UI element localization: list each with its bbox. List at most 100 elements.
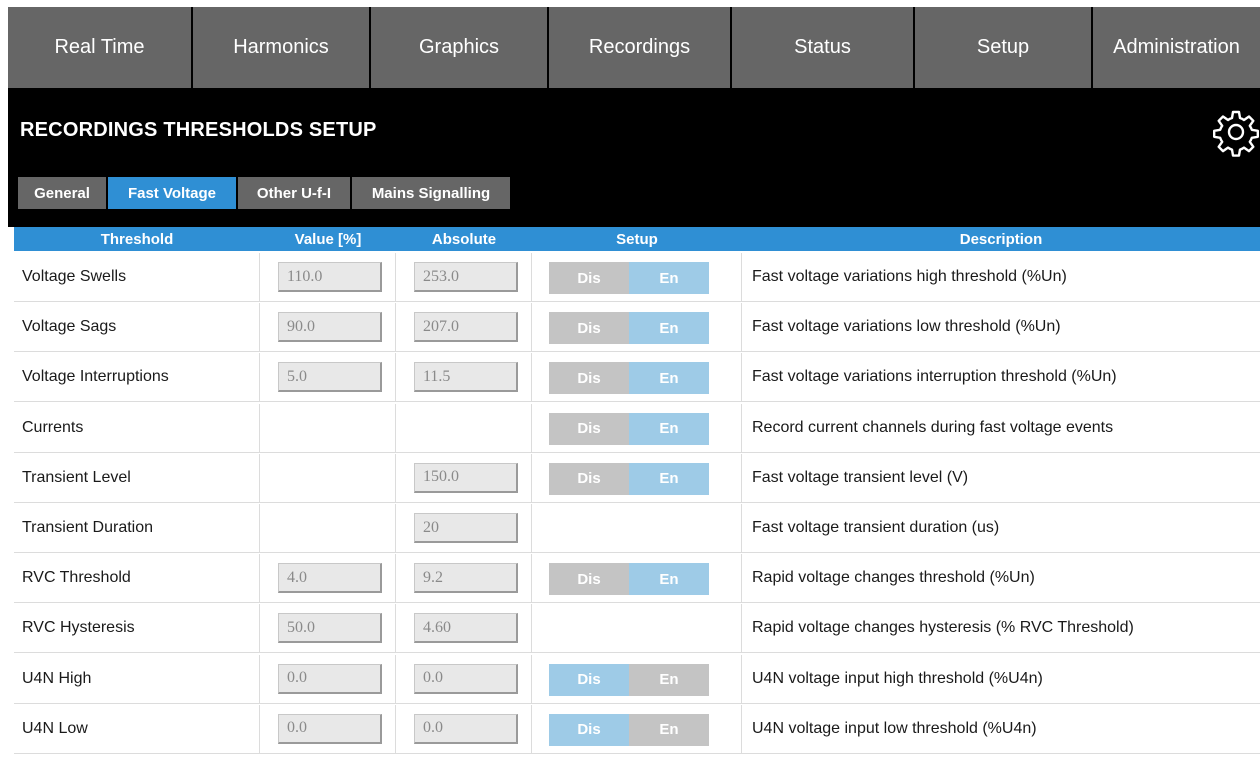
table-cell: Dis En bbox=[532, 704, 742, 753]
threshold-label: RVC Hysteresis bbox=[22, 619, 135, 637]
table-cell: Dis En bbox=[532, 253, 742, 301]
absolute-input[interactable]: 20 bbox=[414, 513, 518, 543]
absolute-input[interactable]: 207.0 bbox=[414, 312, 518, 343]
table-cell: 0.0 bbox=[260, 654, 396, 703]
disable-button[interactable]: Dis bbox=[549, 713, 629, 746]
table-cell: Fast voltage variations low threshold (%… bbox=[742, 303, 1260, 351]
table-cell: U4N High bbox=[14, 654, 260, 703]
table-cell: 90.0 bbox=[260, 303, 396, 352]
table-cell: U4N voltage input high threshold (%U4n) bbox=[742, 655, 1260, 703]
enable-button[interactable]: En bbox=[629, 262, 709, 294]
tab-fast-voltage[interactable]: Fast Voltage bbox=[108, 177, 236, 209]
table-cell bbox=[532, 604, 742, 653]
table-cell: 4.60 bbox=[396, 604, 532, 653]
threshold-label: Currents bbox=[22, 418, 84, 436]
enable-button[interactable]: En bbox=[629, 563, 709, 596]
table-cell: Fast voltage transient level (V) bbox=[742, 454, 1260, 502]
nav-harmonics[interactable]: Harmonics bbox=[193, 7, 371, 88]
absolute-input[interactable]: 9.2 bbox=[414, 563, 518, 594]
absolute-input[interactable]: 11.5 bbox=[414, 362, 518, 393]
table-cell: 5.0 bbox=[260, 353, 396, 402]
table-cell: Dis En bbox=[532, 654, 742, 703]
enable-toggle: Dis En bbox=[549, 663, 709, 696]
threshold-description: Rapid voltage changes hysteresis (% RVC … bbox=[752, 619, 1134, 637]
value-input[interactable]: 110.0 bbox=[278, 262, 382, 292]
table-cell: U4N voltage input low threshold (%U4n) bbox=[742, 705, 1260, 753]
table-header: Threshold Value [%] Absolute Setup Descr… bbox=[14, 227, 1260, 251]
threshold-label: Transient Duration bbox=[22, 519, 154, 536]
table-cell: 9.2 bbox=[396, 554, 532, 603]
disable-button[interactable]: Dis bbox=[549, 412, 629, 445]
table-cell: Dis En bbox=[532, 353, 742, 402]
table-cell: Fast voltage transient duration (us) bbox=[742, 504, 1260, 552]
enable-toggle: Dis En bbox=[549, 713, 709, 746]
threshold-description: Rapid voltage changes threshold (%Un) bbox=[752, 569, 1035, 587]
table-cell: Record current channels during fast volt… bbox=[742, 404, 1260, 452]
disable-button[interactable]: Dis bbox=[549, 663, 629, 696]
table-cell: 11.5 bbox=[396, 353, 532, 402]
value-input[interactable]: 50.0 bbox=[278, 613, 382, 644]
table-cell: Rapid voltage changes threshold (%Un) bbox=[742, 554, 1260, 602]
disable-button[interactable]: Dis bbox=[549, 563, 629, 596]
enable-button[interactable]: En bbox=[629, 412, 709, 445]
disable-button[interactable]: Dis bbox=[549, 462, 629, 495]
table-cell: 20 bbox=[396, 504, 532, 552]
nav-recordings[interactable]: Recordings bbox=[549, 7, 732, 88]
absolute-input[interactable]: 0.0 bbox=[414, 713, 518, 744]
enable-button[interactable]: En bbox=[629, 713, 709, 746]
table-cell: 4.0 bbox=[260, 554, 396, 603]
nav-status[interactable]: Status bbox=[732, 7, 915, 88]
table-cell: 0.0 bbox=[396, 654, 532, 703]
table-cell: Fast voltage variations high threshold (… bbox=[742, 253, 1260, 301]
table-cell: U4N Low bbox=[14, 704, 260, 753]
table-cell: Fast voltage variations interruption thr… bbox=[742, 353, 1260, 401]
absolute-input[interactable]: 0.0 bbox=[414, 663, 518, 694]
app-frame: Real Time Harmonics Graphics Recordings … bbox=[8, 7, 1260, 758]
disable-button[interactable]: Dis bbox=[549, 312, 629, 345]
enable-button[interactable]: En bbox=[629, 462, 709, 495]
table-cell bbox=[532, 504, 742, 552]
nav-administration[interactable]: Administration bbox=[1093, 7, 1260, 88]
table-row: RVC Threshold 4.0 9.2 Dis En Rapid voltage ch… bbox=[14, 554, 1260, 604]
header-value: Value [%] bbox=[294, 230, 362, 248]
table-cell: 150.0 bbox=[396, 453, 532, 502]
threshold-label: U4N Low bbox=[22, 719, 88, 737]
table-cell: 0.0 bbox=[260, 704, 396, 753]
table-row: U4N High 0.0 0.0 Dis En U4N voltage input hig… bbox=[14, 654, 1260, 704]
threshold-description: U4N voltage input high threshold (%U4n) bbox=[752, 669, 1043, 687]
value-input[interactable]: 0.0 bbox=[278, 663, 382, 694]
absolute-input[interactable]: 150.0 bbox=[414, 462, 518, 493]
tab-mains-signalling[interactable]: Mains Signalling bbox=[352, 177, 510, 209]
disable-button[interactable]: Dis bbox=[549, 362, 629, 395]
table-cell: RVC Hysteresis bbox=[14, 604, 260, 653]
enable-button[interactable]: En bbox=[629, 312, 709, 345]
absolute-input[interactable]: 253.0 bbox=[414, 262, 518, 292]
threshold-description: Fast voltage transient level (V) bbox=[752, 468, 969, 486]
enable-button[interactable]: En bbox=[629, 663, 709, 696]
value-input[interactable]: 4.0 bbox=[278, 563, 382, 594]
value-input[interactable]: 5.0 bbox=[278, 362, 382, 393]
tab-other-u-f-i[interactable]: Other U-f-I bbox=[238, 177, 350, 209]
value-input[interactable]: 90.0 bbox=[278, 312, 382, 343]
gear-icon[interactable] bbox=[1211, 107, 1260, 157]
table-cell: Rapid voltage changes hysteresis (% RVC … bbox=[742, 604, 1260, 652]
value-input[interactable]: 0.0 bbox=[278, 713, 382, 744]
table-row: Transient Level 150.0 Dis En Fast voltage tr… bbox=[14, 453, 1260, 503]
tab-general[interactable]: General bbox=[18, 177, 106, 209]
enable-toggle: Dis En bbox=[549, 412, 709, 445]
thresholds-table: Threshold Value [%] Absolute Setup Descr… bbox=[8, 227, 1260, 758]
nav-setup[interactable]: Setup bbox=[915, 7, 1093, 88]
threshold-description: U4N voltage input low threshold (%U4n) bbox=[752, 719, 1037, 737]
table-row: Currents Dis En Record current channels dur… bbox=[14, 403, 1260, 453]
table-cell: Dis En bbox=[532, 303, 742, 352]
disable-button[interactable]: Dis bbox=[549, 262, 629, 294]
table-cell: Voltage Interruptions bbox=[14, 353, 260, 402]
table-row: RVC Hysteresis 50.0 4.60 Rapid voltage chan… bbox=[14, 604, 1260, 654]
enable-button[interactable]: En bbox=[629, 362, 709, 395]
table-cell bbox=[260, 453, 396, 502]
enable-toggle: Dis En bbox=[549, 462, 709, 495]
table-cell: 0.0 bbox=[396, 704, 532, 753]
nav-graphics[interactable]: Graphics bbox=[371, 7, 549, 88]
absolute-input[interactable]: 4.60 bbox=[414, 613, 518, 644]
nav-real-time[interactable]: Real Time bbox=[8, 7, 193, 88]
